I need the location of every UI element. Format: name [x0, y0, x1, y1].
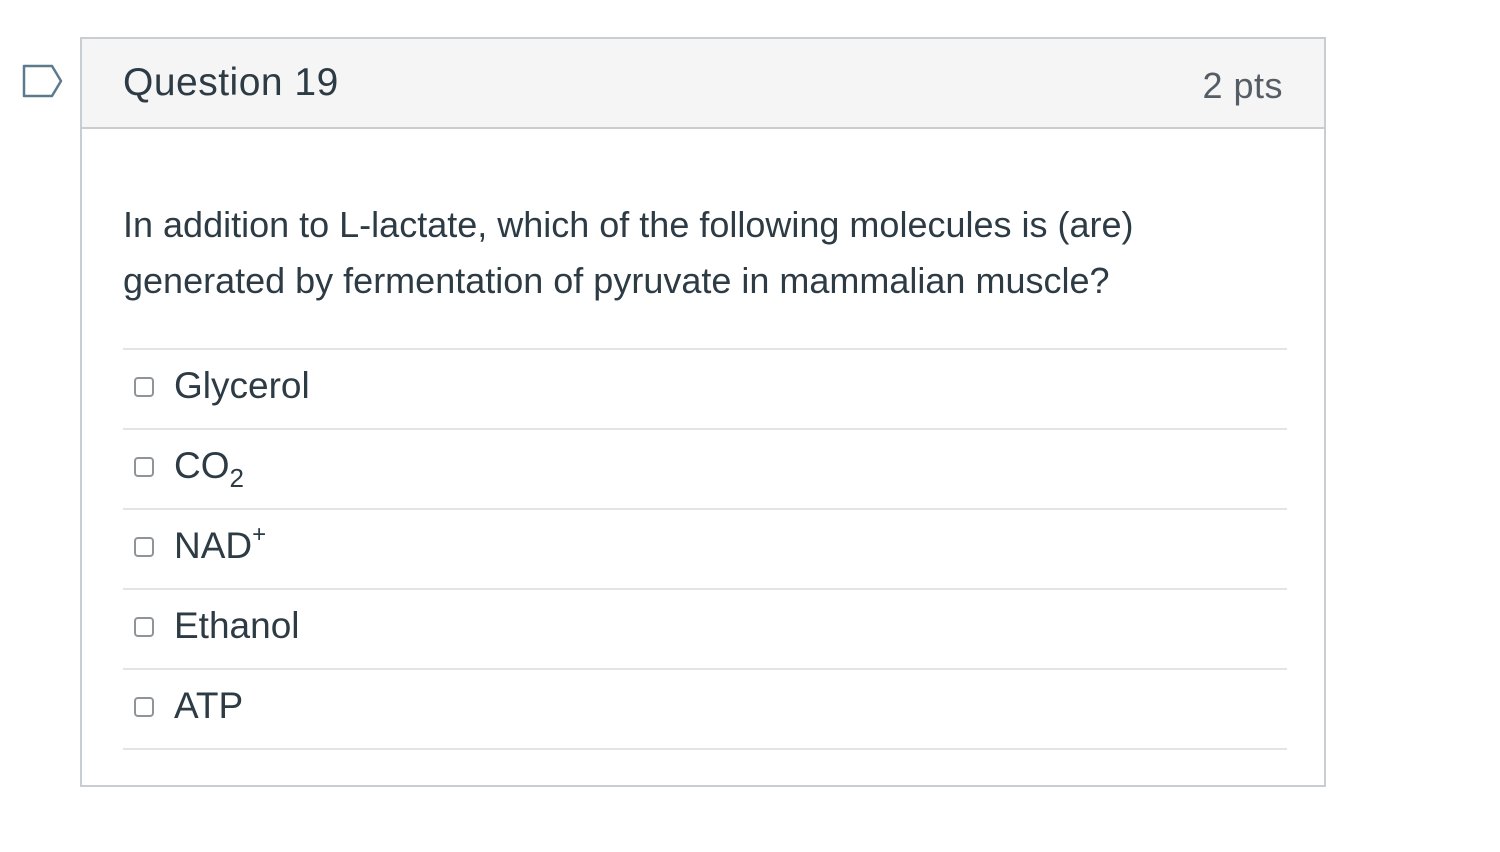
- question-text: In addition to L-lactate, which of the f…: [123, 204, 1134, 301]
- answer-option[interactable]: Glycerol: [123, 350, 1287, 430]
- answer-option[interactable]: ATP: [123, 670, 1287, 750]
- question-title: Question 19: [123, 61, 339, 104]
- question-points: 2 pts: [1202, 65, 1283, 106]
- answer-label[interactable]: ATP: [174, 684, 243, 728]
- answer-option[interactable]: NAD+: [123, 510, 1287, 590]
- quiz-page: Question 19 2 pts In addition to L-lacta…: [0, 0, 1500, 852]
- answer-checkbox[interactable]: [134, 617, 154, 637]
- answer-checkbox[interactable]: [134, 537, 154, 557]
- answer-checkbox[interactable]: [134, 697, 154, 717]
- answer-list: Glycerol CO2 NAD+ Ethanol ATP: [123, 348, 1287, 750]
- answer-checkbox[interactable]: [134, 457, 154, 477]
- answer-option[interactable]: Ethanol: [123, 590, 1287, 670]
- question-header: Question 19 2 pts: [82, 39, 1324, 129]
- answer-checkbox[interactable]: [134, 377, 154, 397]
- answer-label[interactable]: NAD+: [174, 521, 267, 568]
- flag-question-icon[interactable]: [22, 64, 64, 100]
- answer-label[interactable]: Ethanol: [174, 604, 300, 648]
- question-card: Question 19 2 pts In addition to L-lacta…: [80, 37, 1326, 787]
- superscript: +: [252, 521, 267, 548]
- answer-option[interactable]: CO2: [123, 430, 1287, 510]
- answer-label[interactable]: CO2: [174, 444, 244, 491]
- subscript: 2: [229, 463, 244, 493]
- answer-label[interactable]: Glycerol: [174, 364, 310, 408]
